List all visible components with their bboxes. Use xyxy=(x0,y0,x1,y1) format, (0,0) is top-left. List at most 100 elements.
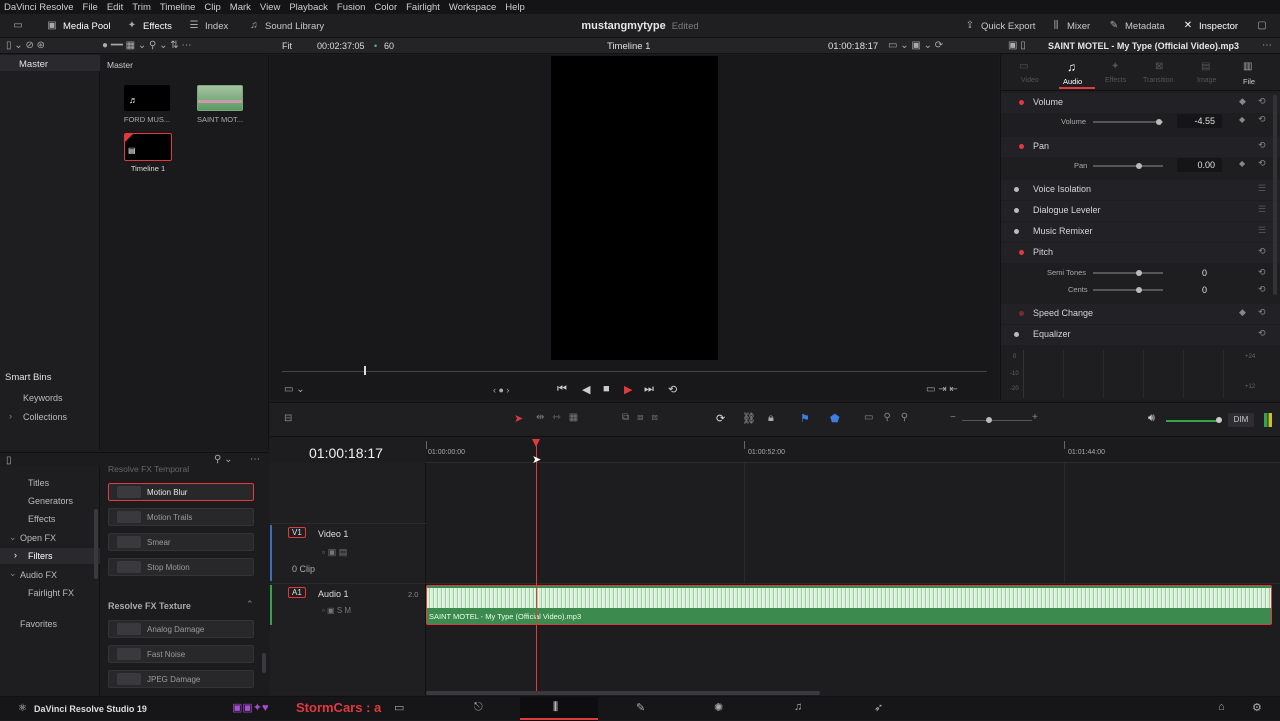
menu-file[interactable]: File xyxy=(83,2,98,13)
viewer-tools-icons[interactable]: ▭ ⌄ ▣ ⌄ ⟳ xyxy=(888,40,943,51)
deliver-page-icon[interactable]: ➶ xyxy=(874,701,883,714)
enable-dot-icon[interactable] xyxy=(1014,332,1019,337)
volume-knob[interactable] xyxy=(1216,417,1222,423)
pan-slider-knob[interactable] xyxy=(1136,163,1142,169)
keyframe-icon[interactable]: ◆ xyxy=(1239,96,1246,107)
video-tab-icon[interactable]: ▭ xyxy=(1019,61,1028,72)
menu-timeline[interactable]: Timeline xyxy=(160,2,196,13)
effects-button[interactable]: ✦ Effects xyxy=(126,18,172,34)
audio-clip-thumb[interactable]: ♬ xyxy=(124,85,170,111)
insert-tools-icons[interactable]: ⧉⧈⧇ xyxy=(622,412,666,423)
menu-workspace[interactable]: Workspace xyxy=(449,2,496,13)
transition-tab-icon[interactable]: ⊠ xyxy=(1155,61,1163,72)
go-to-end-icon[interactable]: ⏭ xyxy=(644,383,654,396)
drag-handle-icon[interactable]: ☰ xyxy=(1258,204,1266,215)
tree-titles[interactable]: Titles xyxy=(28,478,49,488)
cut-page-icon[interactable]: ⎋ xyxy=(474,701,483,714)
inspector-options-icon[interactable]: ⋯ xyxy=(1262,40,1272,51)
dim-button[interactable]: DIM xyxy=(1228,413,1254,427)
timeline-scrollbar[interactable] xyxy=(426,691,820,695)
semi-tones-knob[interactable] xyxy=(1136,270,1142,276)
play-reverse-icon[interactable]: ◀ xyxy=(582,383,590,396)
volume-slider-knob[interactable] xyxy=(1156,119,1162,125)
video-clip-thumb[interactable] xyxy=(197,85,243,111)
fx-smear[interactable]: Smear xyxy=(108,533,254,551)
audio-tab-icon[interactable]: ♫ xyxy=(1067,60,1076,74)
enable-dot-icon[interactable] xyxy=(1019,100,1024,105)
enable-dot-icon[interactable] xyxy=(1014,229,1019,234)
enable-dot-icon[interactable] xyxy=(1019,144,1024,149)
media-page-icon[interactable]: ▭ xyxy=(394,701,404,714)
menu-help[interactable]: Help xyxy=(505,2,525,13)
view-mode-icon[interactable]: ▭ ⌄ xyxy=(284,384,305,395)
lock-icon[interactable]: 🔒︎ xyxy=(768,412,774,425)
edit-page-icon[interactable]: ⫼ xyxy=(553,701,558,714)
menu-color[interactable]: Color xyxy=(374,2,397,13)
settings-gear-icon[interactable]: ⚙ xyxy=(1252,701,1262,714)
master-bin[interactable]: Master xyxy=(19,59,48,70)
tree-favorites[interactable]: Favorites xyxy=(20,619,57,629)
collections-bin[interactable]: Collections xyxy=(23,412,67,422)
fx-fast-noise[interactable]: Fast Noise xyxy=(108,645,254,663)
tree-open-fx[interactable]: Open FX xyxy=(20,533,56,543)
reset-icon[interactable]: ⟲ xyxy=(1258,307,1266,318)
zoom-slider[interactable] xyxy=(962,420,1032,421)
timeline-options-icon[interactable]: ⊟ xyxy=(284,413,292,424)
fx-analog-damage[interactable]: Analog Damage xyxy=(108,620,254,638)
viewer-right-icons[interactable]: ▭ ⇥ ⇤ xyxy=(926,384,958,395)
inspector-mode-icon[interactable]: ▣ ▯ xyxy=(1008,40,1026,51)
semi-tones-slider[interactable] xyxy=(1093,272,1163,274)
time-ruler[interactable] xyxy=(426,439,1280,463)
fit-dropdown[interactable]: Fit xyxy=(282,41,292,51)
speaker-icon[interactable]: 🔊︎ xyxy=(1148,412,1155,425)
chevron-right-icon[interactable]: › xyxy=(9,411,12,421)
quick-export-button[interactable]: ⇪ Quick Export xyxy=(964,18,1036,34)
volume-value[interactable]: -4.55 xyxy=(1177,116,1215,126)
audio-track-id[interactable]: A1 xyxy=(288,587,306,598)
menu-edit[interactable]: Edit xyxy=(107,2,123,13)
search-icon[interactable]: ⚲ ⌄ xyxy=(214,454,232,465)
mixer-button[interactable]: ⫼ Mixer xyxy=(1050,18,1091,34)
menu-playback[interactable]: Playback xyxy=(289,2,328,13)
enable-dot-icon[interactable] xyxy=(1019,250,1024,255)
tab-effects[interactable]: Effects xyxy=(1105,77,1126,84)
tab-file[interactable]: File xyxy=(1243,77,1255,86)
chevron-down-icon[interactable]: ⌄ xyxy=(9,568,17,579)
pan-slider[interactable] xyxy=(1093,165,1163,167)
enable-dot-icon[interactable] xyxy=(1014,208,1019,213)
tab-video[interactable]: Video xyxy=(1021,77,1039,84)
index-button[interactable]: ☰ Index xyxy=(188,18,229,34)
menu-view[interactable]: View xyxy=(260,2,280,13)
volume-meter-slider[interactable] xyxy=(1166,420,1220,422)
layout-icon[interactable]: ▭ xyxy=(12,18,24,34)
zoom-icons[interactable]: ▭⚲⚲ xyxy=(864,412,918,423)
tree-effects[interactable]: Effects xyxy=(28,514,55,524)
menu-fairlight[interactable]: Fairlight xyxy=(406,2,440,13)
track-controls-icons[interactable]: ▫ ▣ ▤ xyxy=(322,547,347,558)
fx-stop-motion[interactable]: Stop Motion xyxy=(108,558,254,576)
chevron-down-icon[interactable]: ⌄ xyxy=(9,532,17,543)
file-tab-icon[interactable]: ▥ xyxy=(1243,61,1252,72)
scrubber-bar[interactable] xyxy=(282,371,987,372)
reset-icon[interactable]: ⟲ xyxy=(1258,96,1266,107)
video-track-id[interactable]: V1 xyxy=(288,527,306,538)
keyframe-icon[interactable]: ◆ xyxy=(1239,159,1245,168)
semi-tones-value[interactable]: 0 xyxy=(1177,268,1207,278)
tree-filters[interactable]: Filters xyxy=(28,551,53,561)
fx-scrollbar[interactable] xyxy=(262,653,266,673)
menu-fusion[interactable]: Fusion xyxy=(337,2,366,13)
drag-handle-icon[interactable]: ☰ xyxy=(1258,183,1266,194)
tab-image[interactable]: Image xyxy=(1197,77,1216,84)
dialogue-leveler-section[interactable]: Dialogue Leveler ☰ xyxy=(1001,201,1280,221)
music-remixer-section[interactable]: Music Remixer ☰ xyxy=(1001,222,1280,242)
effects-tab-icon[interactable]: ✦ xyxy=(1111,61,1119,72)
zoom-in-icon[interactable]: + xyxy=(1032,412,1038,423)
keyframe-icon[interactable]: ◆ xyxy=(1239,307,1246,318)
scrubber-handle[interactable] xyxy=(364,366,366,375)
playhead-line[interactable] xyxy=(536,439,537,695)
reset-icon[interactable]: ⟲ xyxy=(1258,140,1266,151)
play-icon[interactable]: ▶ xyxy=(624,383,632,396)
chevron-right-icon[interactable]: › xyxy=(14,550,17,560)
enable-dot-icon[interactable] xyxy=(1019,311,1024,316)
loop-icon[interactable]: ⟲ xyxy=(668,383,677,396)
